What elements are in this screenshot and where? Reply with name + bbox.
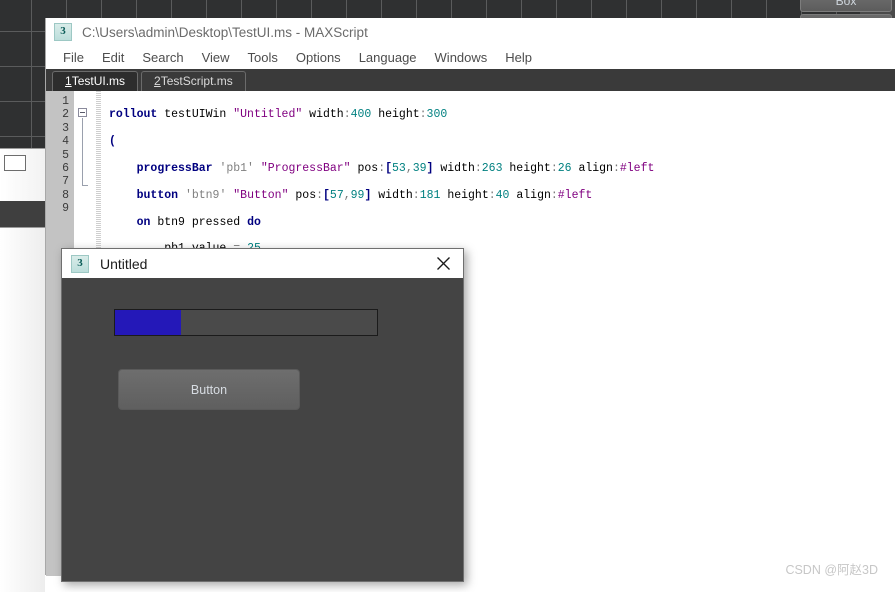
left-panel-checkbox[interactable] (4, 155, 26, 171)
left-panel-dark-band (0, 201, 45, 228)
max-3-icon: 3 (54, 23, 72, 41)
code-line-2: ( (109, 135, 116, 149)
tab-label-1: TestUI.ms (71, 74, 126, 88)
tab-testscript-ms[interactable]: 2TestScript.ms (141, 71, 246, 91)
progress-bar-pb1 (114, 309, 378, 336)
line-number: 7 (62, 175, 69, 189)
close-button[interactable] (423, 249, 463, 278)
line-number: 8 (62, 188, 69, 202)
menu-item-help[interactable]: Help (496, 49, 541, 66)
progress-bar-fill (115, 310, 181, 335)
line-number: 6 (62, 162, 69, 176)
line-number: 4 (62, 135, 69, 149)
menu-bar: File Edit Search View Tools Options Lang… (46, 46, 895, 69)
editor-titlebar: 3 C:\Users\admin\Desktop\TestUI.ms - MAX… (46, 18, 895, 46)
dialog-title: Untitled (100, 255, 148, 272)
menu-item-options[interactable]: Options (287, 49, 350, 66)
menu-item-search[interactable]: Search (133, 49, 192, 66)
menu-item-windows[interactable]: Windows (426, 49, 497, 66)
code-line-4: button 'btn9' "Button" pos:[57,99] width… (136, 188, 593, 202)
code-line-1: rollout testUIWin "Untitled" width:400 h… (109, 108, 448, 122)
untitled-dialog-window: 3 Untitled Button (61, 248, 464, 582)
menu-item-language[interactable]: Language (350, 49, 426, 66)
code-line-3: progressBar 'pb1' "ProgressBar" pos:[53,… (136, 162, 655, 175)
menu-item-file[interactable]: File (54, 49, 93, 66)
editor-title: C:\Users\admin\Desktop\TestUI.ms - MAXSc… (82, 24, 368, 40)
max-3-icon: 3 (71, 254, 89, 273)
tab-testui-ms[interactable]: 1TestUI.ms (52, 71, 139, 91)
line-number: 1 (62, 95, 69, 108)
create-box-button[interactable]: Box (800, 0, 892, 12)
line-number: 9 (62, 202, 69, 216)
dialog-button-btn9[interactable]: Button (118, 369, 300, 410)
dialog-body: Button (62, 278, 463, 581)
fold-guide-line (82, 118, 83, 186)
watermark: CSDN @阿赵3D (785, 563, 878, 577)
application-root: Box 3 C:\Users\admin\Desktop\TestUI.ms -… (0, 0, 895, 592)
tab-accel-1: 1 (65, 74, 72, 88)
menu-item-tools[interactable]: Tools (239, 49, 287, 66)
menu-item-edit[interactable]: Edit (93, 49, 133, 66)
line-number: 5 (62, 148, 69, 162)
fold-collapse-icon[interactable] (78, 108, 87, 117)
document-tab-bar: 1TestUI.ms 2TestScript.ms (46, 69, 895, 91)
code-line-5: on btn9 pressed do (136, 215, 261, 229)
tab-accel-2: 2 (154, 74, 161, 88)
fold-guide-end (82, 185, 88, 186)
dialog-titlebar[interactable]: 3 Untitled (62, 249, 463, 278)
tab-label-2: TestScript.ms (160, 74, 233, 88)
menu-item-view[interactable]: View (193, 49, 239, 66)
line-number: 3 (62, 121, 69, 135)
line-number: 2 (62, 108, 69, 122)
close-icon (436, 256, 451, 271)
left-panel-lower (0, 228, 45, 592)
